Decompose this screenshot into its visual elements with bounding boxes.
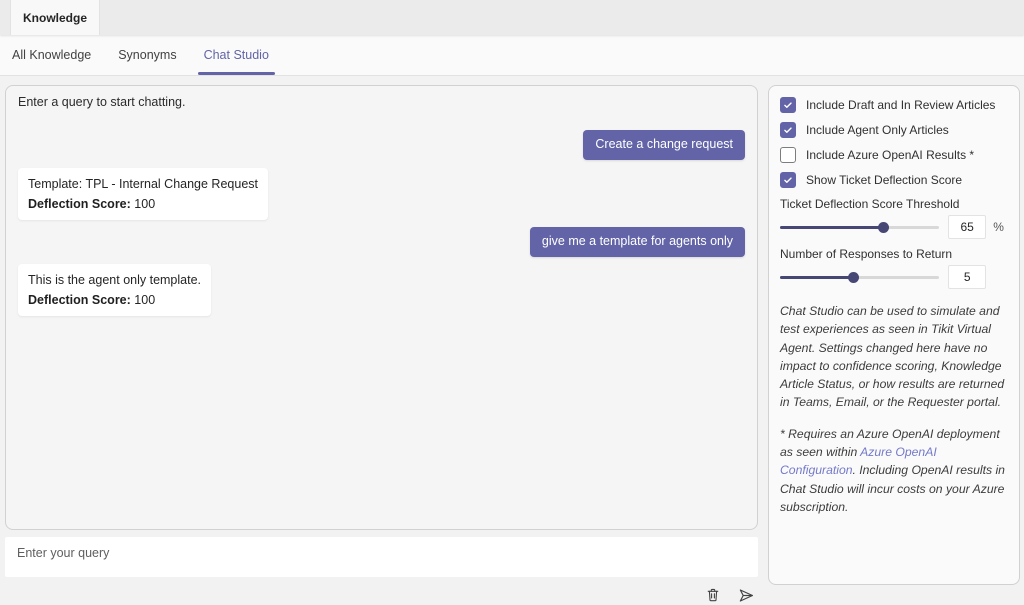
top-app-bar: Knowledge	[0, 0, 1024, 35]
slider-fill	[780, 225, 884, 229]
threshold-unit: %	[993, 220, 1004, 234]
threshold-value-input[interactable]	[948, 215, 987, 239]
slider-track[interactable]	[780, 225, 940, 229]
threshold-slider-row: %	[780, 215, 1008, 239]
bot-message-line: This is the agent only template.	[28, 272, 202, 287]
checkbox-include-agent-only[interactable]: Include Agent Only Articles	[780, 122, 1008, 138]
checkbox[interactable]	[780, 122, 796, 138]
checkmark-icon	[784, 177, 792, 183]
slider-fill	[780, 275, 854, 279]
checkbox[interactable]	[780, 147, 796, 163]
checkmark-icon	[784, 102, 792, 108]
chat-transcript-panel: Enter a query to start chatting. Create …	[5, 85, 758, 530]
chat-intro-text: Enter a query to start chatting.	[18, 95, 186, 109]
checkbox-label: Include Agent Only Articles	[806, 123, 949, 137]
bot-message-bubble: Template: TPL - Internal Change Request …	[18, 167, 268, 220]
checkbox-include-draft[interactable]: Include Draft and In Review Articles	[780, 97, 1008, 113]
slider-thumb[interactable]	[848, 271, 860, 283]
chat-action-row	[5, 585, 758, 605]
query-input[interactable]	[5, 537, 758, 577]
responses-label: Number of Responses to Return	[780, 247, 953, 261]
chat-message-user: give me a template for agents only	[18, 226, 745, 257]
responses-slider-row	[780, 265, 1008, 289]
send-button[interactable]	[736, 585, 756, 605]
threshold-label: Ticket Deflection Score Threshold	[780, 197, 960, 211]
bot-message-line: Template: TPL - Internal Change Request	[28, 176, 258, 191]
bot-message-score-line: Deflection Score: 100	[28, 292, 156, 307]
trash-icon	[705, 587, 721, 603]
checkbox-label: Include Azure OpenAI Results *	[806, 148, 975, 162]
checkbox-show-deflection-score[interactable]: Show Ticket Deflection Score	[780, 172, 1008, 188]
checkmark-icon	[784, 127, 792, 133]
tab-all-knowledge[interactable]: All Knowledge	[12, 35, 91, 75]
checkbox[interactable]	[780, 97, 796, 113]
app-tab-knowledge[interactable]: Knowledge	[10, 0, 101, 35]
chat-studio-settings-panel: Include Draft and In Review Articles Inc…	[768, 85, 1020, 585]
openai-requirement-note: * Requires an Azure OpenAI deployment as…	[780, 426, 1005, 514]
threshold-slider[interactable]	[780, 221, 940, 234]
responses-slider[interactable]	[780, 271, 940, 284]
user-message-bubble: give me a template for agents only	[529, 226, 745, 257]
user-message-bubble: Create a change request	[583, 130, 745, 160]
chat-message-bot: This is the agent only template. Deflect…	[18, 263, 745, 316]
bot-message-bubble: This is the agent only template. Deflect…	[18, 263, 212, 316]
tab-bar: All Knowledge Synonyms Chat Studio	[0, 35, 1024, 76]
tab-chat-studio[interactable]: Chat Studio	[197, 35, 276, 75]
slider-thumb[interactable]	[878, 221, 890, 233]
chat-message-bot: Template: TPL - Internal Change Request …	[18, 167, 745, 220]
checkbox-label: Include Draft and In Review Articles	[806, 98, 996, 112]
checkbox-label: Show Ticket Deflection Score	[806, 173, 963, 187]
checkbox-include-openai[interactable]: Include Azure OpenAI Results *	[780, 147, 1008, 163]
clear-chat-button[interactable]	[703, 585, 723, 605]
checkbox[interactable]	[780, 172, 796, 188]
responses-value-input[interactable]	[948, 265, 987, 289]
chat-message-user: Create a change request	[18, 130, 745, 160]
chat-studio-description: Chat Studio can be used to simulate and …	[780, 304, 1005, 410]
tab-synonyms[interactable]: Synonyms	[118, 35, 176, 75]
slider-track[interactable]	[780, 275, 940, 279]
send-icon	[738, 587, 755, 604]
bot-message-score-line: Deflection Score: 100	[28, 196, 156, 211]
